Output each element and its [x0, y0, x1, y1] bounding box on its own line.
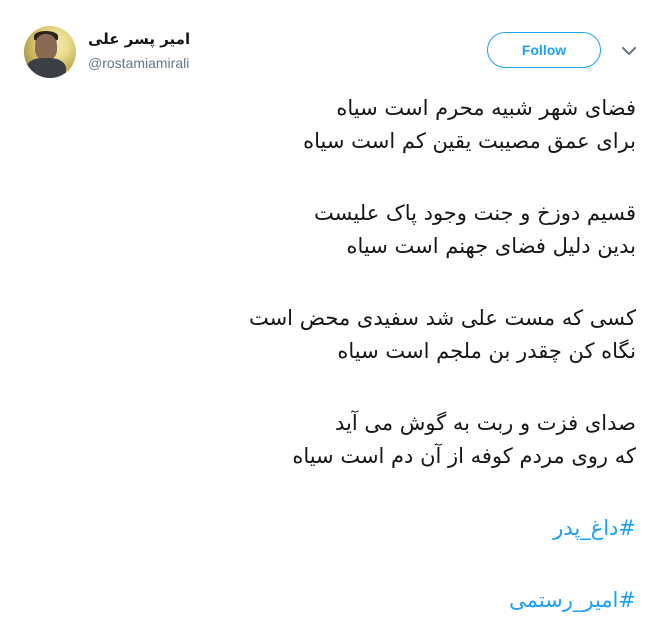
stanza: قسیم دوزخ و جنت وجود پاک علیست بدین دلیل… — [180, 197, 636, 263]
user-handle[interactable]: @rostamiamirali — [88, 55, 189, 71]
stanza: کسی که مست علی شد سفیدی محض است نگاه کن … — [180, 302, 636, 368]
avatar-face — [35, 34, 57, 60]
chevron-down-icon[interactable] — [620, 42, 638, 60]
poem-line: که روی مردم کوفه از آن دم است سیاه — [292, 444, 636, 468]
poem-line: برای عمق مصیبت یقین کم است سیاه — [303, 129, 636, 153]
hashtag-link[interactable]: #امیر_رستمی — [180, 584, 636, 617]
poem-line: فضای شهر شبیه محرم است سیاه — [336, 96, 636, 120]
poem-line: بدین دلیل فضای جهنم است سیاه — [346, 234, 636, 258]
tweet-header: امیر پسر علی @rostamiamirali Follow — [0, 0, 667, 90]
poem-line: قسیم دوزخ و جنت وجود پاک علیست — [314, 201, 636, 225]
hashtag-link[interactable]: #داغ_پدر — [180, 512, 636, 545]
stanza: فضای شهر شبیه محرم است سیاه برای عمق مصی… — [180, 92, 636, 158]
avatar-body — [26, 58, 66, 78]
display-name[interactable]: امیر پسر علی — [88, 30, 190, 48]
tweet-text: فضای شهر شبیه محرم است سیاه برای عمق مصی… — [180, 92, 636, 617]
poem-line: صدای فزت و ربت به گوش می آید — [334, 411, 636, 435]
poem-line: نگاه کن چقدر بن ملجم است سیاه — [337, 339, 636, 363]
poem-line: کسی که مست علی شد سفیدی محض است — [248, 306, 636, 330]
avatar[interactable] — [24, 26, 76, 78]
follow-button[interactable]: Follow — [487, 32, 601, 68]
stanza: صدای فزت و ربت به گوش می آید که روی مردم… — [180, 407, 636, 473]
